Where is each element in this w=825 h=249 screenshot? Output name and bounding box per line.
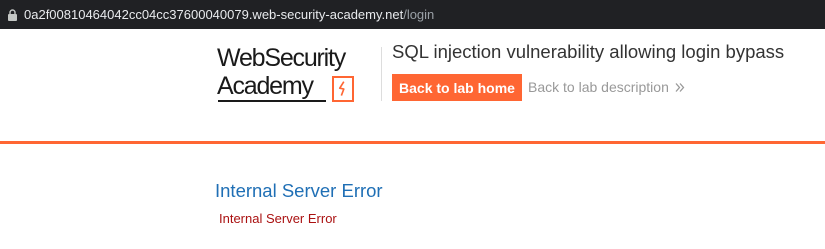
web-security-academy-logo[interactable]: WebSecurity Academy <box>217 43 377 105</box>
logo-divider <box>381 47 382 101</box>
lightning-logo-icon <box>332 76 354 102</box>
back-to-lab-description-link[interactable]: Back to lab description <box>528 79 685 96</box>
logo-underline <box>218 100 326 102</box>
lab-title: SQL injection vulnerability allowing log… <box>392 41 785 62</box>
back-to-lab-home-button[interactable]: Back to lab home <box>392 74 522 101</box>
back-to-lab-description-label: Back to lab description <box>528 79 669 95</box>
address-url[interactable]: 0a2f00810464042cc04cc37600040079.web-sec… <box>24 6 434 23</box>
logo-text-line-1: WebSecurity <box>217 44 346 72</box>
error-message: Internal Server Error <box>219 211 337 226</box>
lock-icon <box>8 9 17 21</box>
url-host: 0a2f00810464042cc04cc37600040079.web-sec… <box>24 7 404 22</box>
double-chevron-right-icon <box>675 83 685 92</box>
logo-text-line-2: Academy <box>217 72 314 100</box>
lab-header: WebSecurity Academy SQL injection vulner… <box>0 29 825 140</box>
error-heading: Internal Server Error <box>215 180 383 201</box>
header-divider <box>0 141 825 144</box>
browser-address-bar[interactable]: 0a2f00810464042cc04cc37600040079.web-sec… <box>0 0 825 29</box>
url-path: /login <box>403 7 435 22</box>
